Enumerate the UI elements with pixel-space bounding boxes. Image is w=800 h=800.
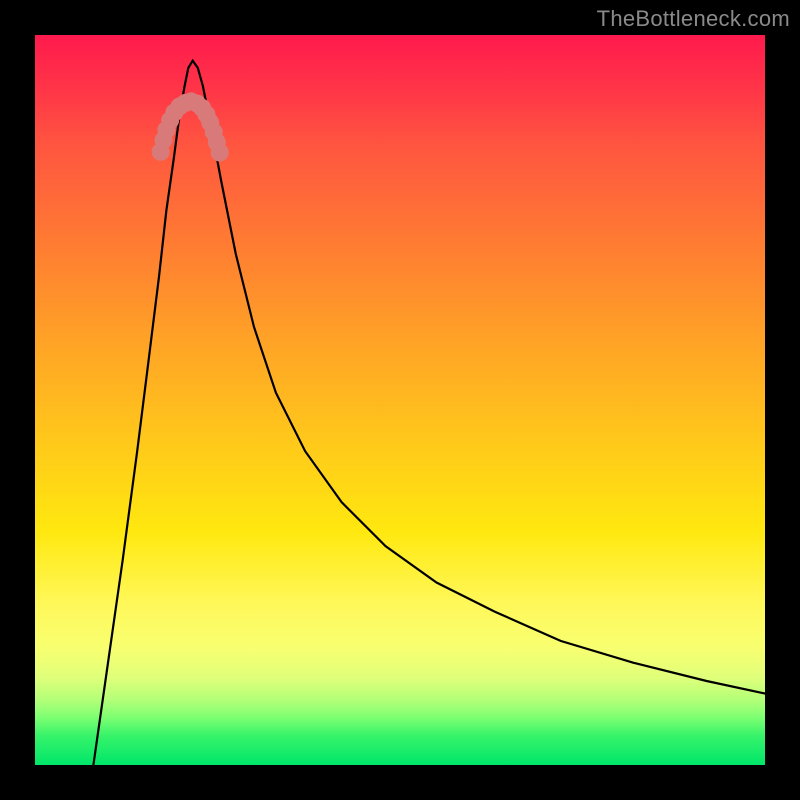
watermark-text: TheBottleneck.com (597, 6, 790, 32)
bottleneck-curve (35, 35, 765, 765)
pink-dotted-band (152, 92, 229, 161)
chart-frame (35, 35, 765, 765)
band-dot (211, 144, 229, 162)
